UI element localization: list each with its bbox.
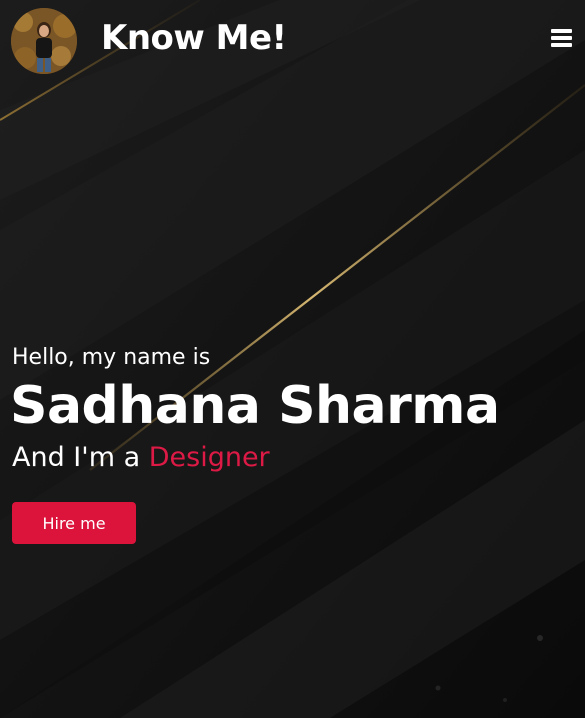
hire-me-button[interactable]: Hire me: [12, 502, 136, 544]
hamburger-menu-icon[interactable]: [546, 24, 576, 52]
page: Know Me! Hello, my name is Sadhana Sharm…: [0, 0, 585, 718]
hero-role: And I'm a Designer: [12, 442, 270, 473]
profile-photo-icon: [11, 8, 77, 74]
hero-role-prefix: And I'm a: [12, 442, 141, 473]
hero-name: Sadhana Sharma: [10, 376, 500, 436]
navbar: Know Me!: [0, 0, 585, 84]
avatar[interactable]: [11, 8, 77, 74]
hero-greeting: Hello, my name is: [12, 345, 211, 370]
brand-title[interactable]: Know Me!: [101, 18, 287, 58]
hero-role-highlight: Designer: [148, 442, 270, 473]
